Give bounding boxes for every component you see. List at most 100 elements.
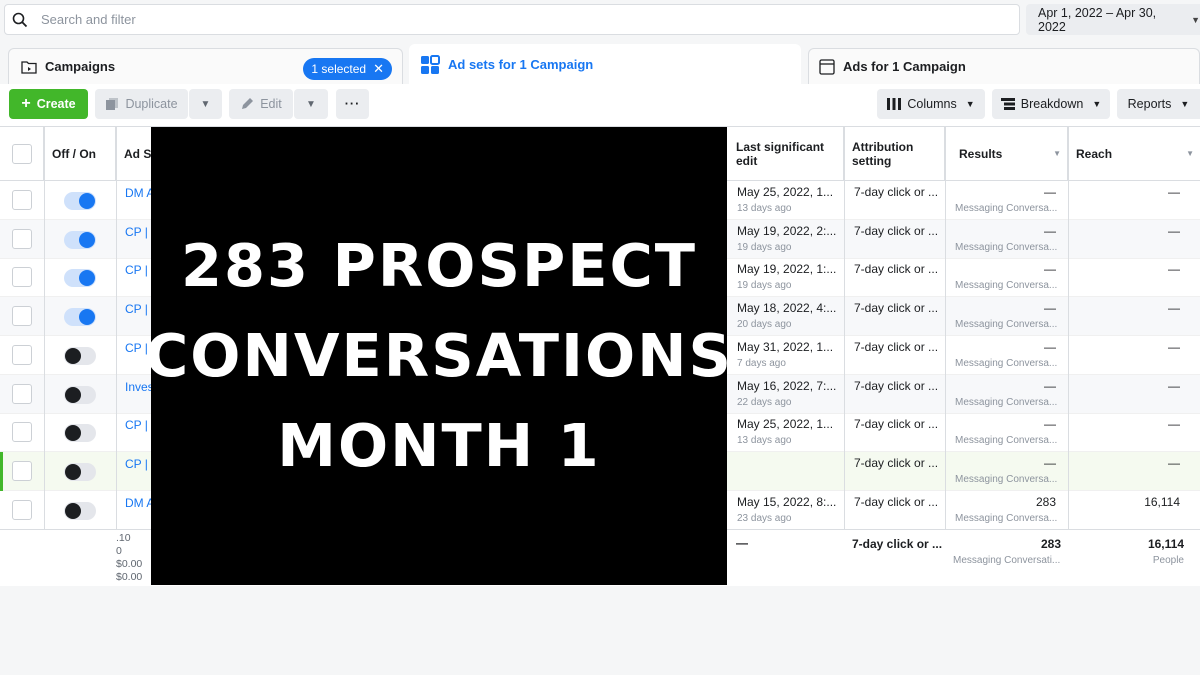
- reach-value: —: [1168, 301, 1180, 316]
- col-header-reach-label: Reach: [1076, 147, 1113, 161]
- reach-value: —: [1168, 417, 1180, 432]
- sort-icon[interactable]: ▼: [1186, 147, 1194, 161]
- tab-campaigns-label: Campaigns: [45, 59, 116, 74]
- on-off-toggle[interactable]: [64, 308, 96, 327]
- search-input[interactable]: [41, 12, 941, 27]
- reports-button[interactable]: Reports ▼: [1117, 89, 1200, 119]
- overlay-line: MONTH 1: [277, 411, 601, 480]
- close-icon[interactable]: ✕: [373, 61, 384, 77]
- row-checkbox[interactable]: [12, 267, 32, 288]
- row-checkbox[interactable]: [12, 383, 32, 404]
- reach-value: —: [1168, 378, 1180, 393]
- col-header-ad-set-label: Ad S: [124, 147, 152, 161]
- chevron-down-icon: ▼: [965, 99, 975, 109]
- toggle-knob: [65, 502, 81, 519]
- tab-campaigns[interactable]: Campaigns 1 selected ✕: [8, 48, 403, 84]
- row-checkbox[interactable]: [12, 190, 32, 210]
- footer-results-sub: Messaging Conversati...: [953, 555, 1061, 566]
- footer-left-value: .10: [116, 532, 131, 544]
- row-checkbox[interactable]: [12, 460, 32, 481]
- toggle-knob: [65, 386, 81, 403]
- selected-count-pill[interactable]: 1 selected ✕: [303, 58, 392, 80]
- row-checkbox[interactable]: [12, 499, 32, 520]
- column-divider: [1068, 127, 1069, 586]
- reach-value: —: [1168, 339, 1180, 354]
- grid-icon: [420, 54, 440, 75]
- col-header-ad-set[interactable]: Ad S: [116, 127, 156, 181]
- attribution-setting: 7-day click or ...: [854, 417, 939, 432]
- edit-button[interactable]: Edit: [229, 89, 293, 119]
- attribution-setting: 7-day click or ...: [854, 185, 939, 199]
- chevron-down-icon: ▼: [200, 98, 211, 110]
- row-checkbox[interactable]: [12, 306, 32, 327]
- create-button[interactable]: + Create: [9, 89, 88, 119]
- footer-last-edit: —: [736, 536, 748, 550]
- tab-ad-sets[interactable]: Ad sets for 1 Campaign: [409, 44, 801, 84]
- chevron-down-icon: ▼: [1191, 14, 1200, 25]
- chevron-down-icon: ▼: [306, 98, 316, 110]
- col-header-attribution-label: Attribution setting: [852, 140, 914, 168]
- row-checkbox[interactable]: [12, 344, 32, 365]
- duplicate-button[interactable]: Duplicate: [95, 89, 188, 119]
- col-header-reach[interactable]: Reach ▼: [1068, 127, 1200, 181]
- footer-left-value: 0: [116, 545, 122, 557]
- toggle-knob: [79, 231, 95, 248]
- row-checkbox[interactable]: [12, 228, 32, 249]
- column-divider: [116, 127, 117, 586]
- toggle-knob: [65, 463, 81, 480]
- attribution-setting: 7-day click or ...: [854, 339, 939, 354]
- breakdown-button[interactable]: Breakdown ▼: [992, 89, 1110, 119]
- col-header-off-on-label: Off / On: [52, 147, 96, 161]
- select-all-checkbox[interactable]: [11, 144, 32, 164]
- footer-results-total: 283: [1040, 537, 1061, 551]
- on-off-toggle[interactable]: [64, 462, 96, 481]
- breakdown-label: Breakdown: [1020, 97, 1084, 111]
- col-header-last-edit[interactable]: Last significant edit: [728, 127, 844, 181]
- columns-label: Columns: [907, 97, 957, 111]
- sort-icon[interactable]: ▼: [1053, 147, 1061, 161]
- search-icon: [5, 12, 35, 28]
- level-tabs: Campaigns 1 selected ✕ Ad sets for 1 Cam…: [0, 44, 1200, 84]
- chevron-down-icon: ▼: [1092, 99, 1102, 109]
- top-bar: Apr 1, 2022 – Apr 30, 2022 ▼: [0, 0, 1200, 38]
- duplicate-dropdown-button[interactable]: ▼: [189, 89, 222, 119]
- footer-reach-total: 16,114: [1147, 537, 1184, 551]
- empty-area: [0, 586, 1200, 675]
- columns-button[interactable]: Columns ▼: [877, 89, 985, 119]
- on-off-toggle[interactable]: [64, 230, 96, 249]
- overlay-line: 283 PROSPECT: [180, 231, 698, 300]
- on-off-toggle[interactable]: [64, 346, 96, 365]
- toggle-knob: [65, 425, 81, 442]
- row-checkbox[interactable]: [12, 422, 32, 443]
- tab-ads-label: Ads for 1 Campaign: [843, 59, 966, 74]
- footer-left-value: $0.00: [116, 558, 143, 570]
- reach-value: —: [1168, 223, 1180, 238]
- col-header-results[interactable]: Results ▼: [945, 127, 1068, 181]
- toggle-knob: [79, 193, 95, 209]
- edit-dropdown-button[interactable]: ▼: [294, 89, 328, 119]
- reach-value: 16,114: [1144, 494, 1180, 509]
- search-filter-bar[interactable]: [4, 4, 1020, 35]
- column-divider: [844, 127, 845, 586]
- on-off-toggle[interactable]: [64, 385, 96, 404]
- breakdown-icon: [1000, 98, 1015, 110]
- attribution-setting: 7-day click or ...: [854, 378, 939, 393]
- on-off-toggle[interactable]: [64, 501, 96, 520]
- col-header-attribution[interactable]: Attribution setting: [844, 127, 945, 181]
- col-header-last-edit-label: Last significant edit: [736, 140, 825, 168]
- tab-ads[interactable]: Ads for 1 Campaign: [808, 48, 1200, 84]
- date-range-picker[interactable]: Apr 1, 2022 – Apr 30, 2022 ▼: [1026, 4, 1200, 35]
- toolbar: + Create Duplicate ▼ Edit ▼ ··· Columns …: [0, 84, 1200, 126]
- on-off-toggle[interactable]: [64, 424, 96, 443]
- reach-value: —: [1168, 455, 1180, 470]
- copy-icon: [105, 97, 119, 111]
- more-actions-button[interactable]: ···: [336, 89, 369, 119]
- column-divider: [945, 127, 946, 586]
- on-off-toggle[interactable]: [64, 192, 96, 210]
- footer-left-value: $0.00: [116, 571, 143, 583]
- attribution-setting: 7-day click or ...: [854, 455, 939, 470]
- on-off-toggle[interactable]: [64, 269, 96, 288]
- col-header-off-on[interactable]: Off / On: [44, 127, 116, 181]
- folder-icon: [21, 60, 37, 74]
- duplicate-label: Duplicate: [125, 97, 178, 111]
